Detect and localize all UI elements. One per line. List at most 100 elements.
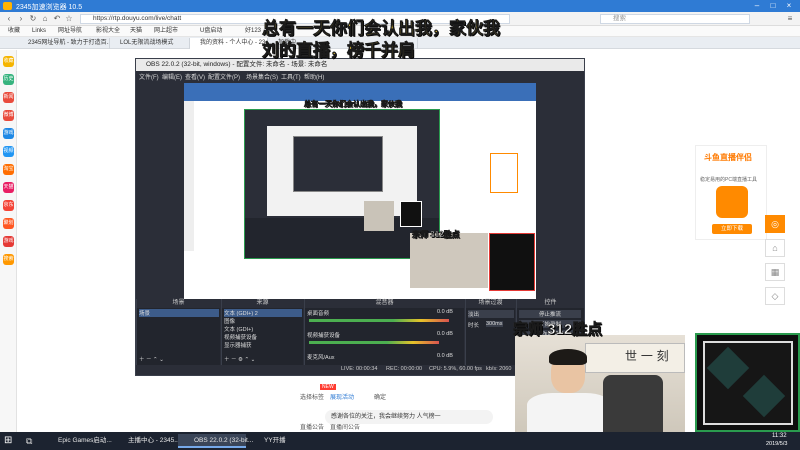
status-rec: REC: 00:00:00 bbox=[386, 366, 423, 372]
home-icon[interactable]: ⌂ bbox=[40, 14, 50, 24]
wall-art-text: 世 一 刻 bbox=[625, 349, 669, 363]
home-icon[interactable]: ⌂ bbox=[765, 239, 785, 257]
forward-icon[interactable]: › bbox=[16, 14, 26, 24]
bookmark-item[interactable]: Links bbox=[32, 27, 46, 36]
mixer-channel-db: 0.0 dB bbox=[437, 331, 453, 337]
scene-item[interactable]: 场景 bbox=[139, 309, 219, 317]
gift-icon[interactable]: ◎ bbox=[765, 215, 785, 233]
taskview-icon[interactable]: ⧉ bbox=[26, 435, 38, 447]
clock-date[interactable]: 2019/5/3 bbox=[766, 441, 787, 447]
source-item[interactable]: 图像 bbox=[224, 317, 235, 325]
app-icon[interactable]: ▦ bbox=[765, 263, 785, 281]
status-live: LIVE: 00:00:34 bbox=[341, 366, 378, 372]
streamer-body bbox=[527, 393, 611, 432]
game-map-frame bbox=[703, 341, 793, 425]
promo-title: 斗鱼直播伴侣 bbox=[704, 153, 752, 162]
stop-stream-button[interactable]: 停止推流 bbox=[519, 310, 581, 318]
tab-item[interactable]: LOL无限流战场模式 bbox=[110, 38, 190, 49]
sidebar-item[interactable]: 聚划算 bbox=[3, 218, 14, 229]
nested-game-frame bbox=[400, 201, 422, 227]
taskbar-item[interactable]: YY开播 bbox=[248, 434, 296, 448]
transitions-header: 场景过渡 bbox=[466, 299, 515, 308]
obs-menu-item[interactable]: 场景集合(S) bbox=[246, 72, 278, 81]
tab-item[interactable]: 2345网址导航 - 致力于打造百... bbox=[18, 38, 110, 49]
bookmark-item[interactable]: 天猫 bbox=[130, 27, 142, 36]
nested-streamer-tag: 宗师 312胜点 bbox=[412, 230, 460, 240]
mixer-channel-name: 桌面音频 bbox=[307, 311, 330, 317]
close-icon[interactable]: × bbox=[782, 1, 796, 11]
mixer-channel-db: 0.0 dB bbox=[437, 353, 453, 359]
sources-dock: 来源 文本 (GDI+) 2 图像 文本 (GDI+) 视频捕获设备 显示器捕获… bbox=[221, 299, 303, 375]
bookmark-item[interactable]: 网上超市 bbox=[154, 27, 178, 36]
streamer-chair bbox=[603, 375, 663, 432]
sidebar-item[interactable]: 天猫 bbox=[3, 182, 14, 193]
sidebar-item[interactable]: 历史 bbox=[3, 74, 14, 85]
obs-menu-item[interactable]: 工具(T) bbox=[281, 72, 301, 81]
form-value[interactable]: 确定 bbox=[374, 392, 386, 401]
nested-game-view bbox=[489, 233, 535, 291]
promo-download-button[interactable]: 立即下载 bbox=[712, 224, 752, 234]
nested-preview-inner bbox=[293, 136, 383, 192]
bookmark-item[interactable]: 好123 bbox=[245, 27, 261, 36]
transition-select[interactable]: 淡出 bbox=[468, 310, 514, 318]
status-cpu: CPU: 5.9%, 60.00 fps bbox=[429, 366, 482, 372]
bookmark-item[interactable]: 网址导航 bbox=[58, 27, 82, 36]
sidebar-item[interactable]: 游戏 bbox=[3, 236, 14, 247]
sources-header: 来源 bbox=[222, 299, 303, 308]
star-icon[interactable]: ☆ bbox=[64, 14, 74, 24]
streamer-rank-tag: 宗师 312胜点 bbox=[513, 321, 603, 339]
maximize-icon[interactable]: □ bbox=[766, 1, 780, 11]
start-button-icon[interactable]: ⊞ bbox=[4, 435, 16, 447]
sidebar-item[interactable]: 收藏 bbox=[3, 56, 14, 67]
undo-icon[interactable]: ↶ bbox=[52, 14, 62, 24]
floating-toolbar: ◎ ⌂ ▦ ◇ bbox=[765, 215, 785, 310]
new-badge: NEW bbox=[320, 384, 336, 390]
minimize-icon[interactable]: – bbox=[750, 1, 764, 11]
scenes-dock: 场景 场景 ＋ － ⌃ ⌄ bbox=[136, 299, 220, 375]
cube-icon[interactable]: ◇ bbox=[765, 287, 785, 305]
refresh-icon[interactable]: ↻ bbox=[28, 14, 38, 24]
sidebar-item[interactable]: 视频 bbox=[3, 146, 14, 157]
form-label: 选择标签 bbox=[300, 395, 325, 401]
source-item[interactable]: 文本 (GDI+) bbox=[224, 325, 253, 333]
obs-menu-item[interactable]: 帮助(H) bbox=[304, 72, 324, 81]
mixer-channel-db: 0.0 dB bbox=[437, 309, 453, 315]
promo-card: 斗鱼直播伴侣 稳定易用的PC端直播工具 立即下载 bbox=[695, 145, 767, 240]
sidebar-item[interactable]: 新闻 bbox=[3, 92, 14, 103]
bookmark-item[interactable]: U盘启动 bbox=[200, 27, 222, 36]
left-sidebar: 收藏 历史 新闻 微博 游戏 视频 淘宝 天猫 京东 聚划算 游戏 搜索 bbox=[0, 50, 17, 432]
obs-menu-item[interactable]: 查看(V) bbox=[185, 72, 205, 81]
obs-menu-item[interactable]: 文件(F) bbox=[139, 72, 159, 81]
cam-caption: 感谢各位的关注，我会继续努力 人气榜一 bbox=[325, 410, 493, 424]
source-item[interactable]: 显示器捕获 bbox=[224, 341, 252, 349]
taskbar-item-active[interactable]: OBS 22.0.2 (32-bit... bbox=[178, 434, 253, 448]
sidebar-item[interactable]: 淘宝 bbox=[3, 164, 14, 175]
scene-add-icon[interactable]: ＋ － ⌃ ⌄ bbox=[139, 355, 164, 363]
taskbar-item[interactable]: Epic Games启动... bbox=[42, 434, 112, 448]
sidebar-item[interactable]: 微博 bbox=[3, 110, 14, 121]
search-input[interactable]: 搜索 bbox=[600, 14, 750, 24]
scenes-header: 场景 bbox=[137, 299, 220, 308]
bookmark-item[interactable]: 影视大全 bbox=[96, 27, 120, 36]
browser-title: 2345加速浏览器 10.5 bbox=[16, 4, 83, 11]
source-item[interactable]: 文本 (GDI+) 2 bbox=[224, 309, 302, 317]
browser-titlebar: 2345加速浏览器 10.5 – □ × bbox=[0, 0, 800, 12]
douyu-logo-icon bbox=[716, 186, 748, 218]
source-add-icon[interactable]: ＋ － ⚙ ⌃ ⌄ bbox=[224, 355, 255, 363]
clock-time[interactable]: 11:32 bbox=[772, 433, 787, 439]
taskbar-item[interactable]: 主播中心 - 2345... bbox=[112, 434, 180, 448]
sidebar-item[interactable]: 搜索 bbox=[3, 254, 14, 265]
back-icon[interactable]: ‹ bbox=[4, 14, 14, 24]
obs-menu-item[interactable]: 编辑(E) bbox=[162, 72, 182, 81]
mixer-channel-name: 麦克风/Aux bbox=[307, 355, 335, 361]
tab-item-active[interactable]: 我的资料 - 个人中心 - 2345... bbox=[190, 38, 268, 49]
transition-duration-input[interactable]: 300ms bbox=[486, 321, 503, 327]
bookmark-item[interactable]: 收藏 bbox=[8, 27, 20, 36]
sidebar-item[interactable]: 游戏 bbox=[3, 128, 14, 139]
source-item[interactable]: 视频捕获设备 bbox=[224, 333, 257, 341]
menu-icon[interactable]: ≡ bbox=[785, 14, 795, 24]
obs-menu-item[interactable]: 配置文件(P) bbox=[208, 72, 240, 81]
sidebar-item[interactable]: 京东 bbox=[3, 200, 14, 211]
form-value-link[interactable]: 展现活动 bbox=[330, 392, 354, 401]
status-kbps: kb/s: 2060 bbox=[486, 366, 512, 372]
